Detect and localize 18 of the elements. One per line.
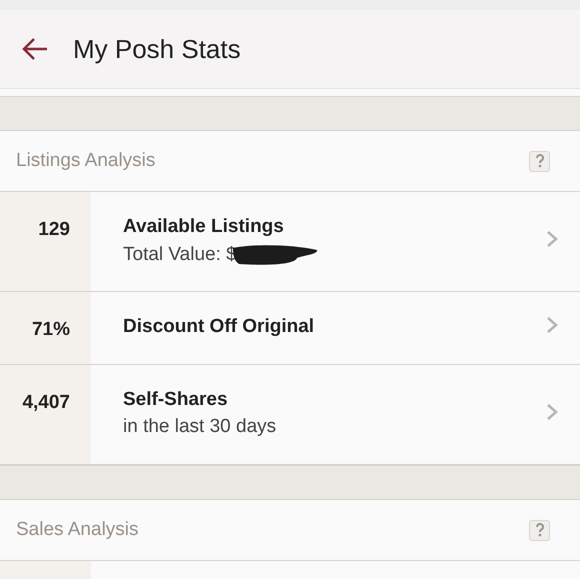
stat-row[interactable]: 71% Discount Off Original [0,292,580,365]
stat-title: Discount Off Original [123,315,316,339]
screen-title: My Posh Stats [73,32,241,66]
section-title: Sales Analysis [16,518,139,542]
stat-row[interactable]: 4,407 Self-Shares in the last 30 days [0,365,580,465]
stat-title: Self-Shares [123,388,229,412]
stat-value: 71% [32,318,70,340]
back-arrow-icon[interactable] [22,38,48,60]
chevron-icon [546,402,558,420]
stat-value: 4,407 [22,391,70,413]
help-icon[interactable] [529,150,550,172]
stat-subtitle: in the last 30 days [123,415,276,439]
chevron-icon [546,230,558,248]
stat-title: Available Listings [123,215,285,239]
chevron-icon [546,316,558,334]
stat-value: 129 [38,218,70,240]
help-icon[interactable] [529,520,550,540]
section-title: Listings Analysis [16,148,156,173]
